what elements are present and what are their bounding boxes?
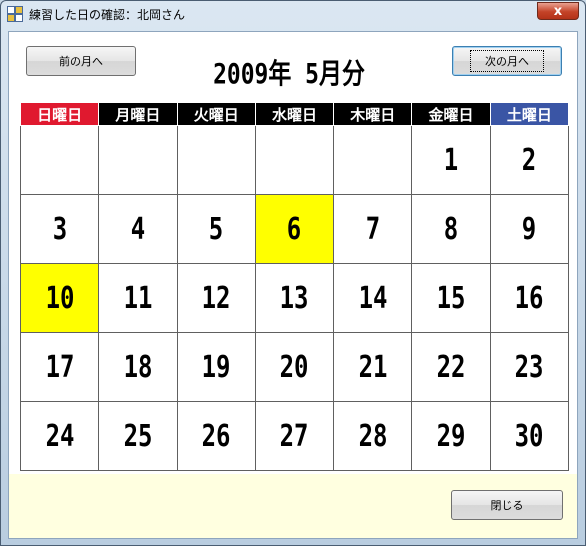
calendar-day-cell: 4 <box>98 194 178 264</box>
calendar-week-row: 17 18 19 20 21 22 23 <box>19 332 570 402</box>
calendar-day-number: 11 <box>123 280 153 316</box>
weekday-tuesday: 火曜日 <box>176 102 256 126</box>
calendar-day-number: 10 <box>45 280 75 316</box>
calendar-day-cell: 18 <box>98 332 178 402</box>
calendar-day-cell: 29 <box>411 401 491 471</box>
calendar-day-number: 26 <box>201 418 231 454</box>
calendar-empty-cell <box>19 125 100 195</box>
calendar-day-cell: 12 <box>176 263 256 333</box>
weekday-monday: 月曜日 <box>98 102 178 126</box>
weekday-thursday: 木曜日 <box>333 102 413 126</box>
close-icon: x <box>553 3 563 19</box>
calendar-day-cell: 22 <box>411 332 491 402</box>
calendar-day-number: 30 <box>514 418 544 454</box>
month-title: 2009年 5月分 <box>213 57 365 90</box>
calendar-day-number: 15 <box>436 280 466 316</box>
calendar-day-number: 29 <box>436 418 466 454</box>
calendar-day-number: 12 <box>201 280 231 316</box>
calendar-day-number: 3 <box>52 211 67 247</box>
calendar-day-cell: 27 <box>254 401 335 471</box>
calendar-empty-cell <box>333 125 413 195</box>
calendar-day-cell: 30 <box>489 401 570 471</box>
window-title: 練習した日の確認：北岡さん <box>29 8 186 22</box>
calendar-day-number: 14 <box>358 280 388 316</box>
calendar-day-number: 8 <box>443 211 459 247</box>
calendar-day-number: 6 <box>287 211 302 247</box>
calendar-day-cell: 23 <box>489 332 570 402</box>
close-button-label: 閉じる <box>490 499 524 512</box>
prev-month-button[interactable]: 前の月へ <box>26 46 136 76</box>
calendar-grid: 日曜日 月曜日 火曜日 水曜日 木曜日 金曜日 土曜日 1 2 3 4 5 6 7 8 9 10 1… <box>19 102 570 471</box>
calendar-day-cell: 6 <box>254 194 335 264</box>
calendar-day-cell: 14 <box>333 263 413 333</box>
next-month-button[interactable]: 次の月へ <box>452 46 562 76</box>
calendar-day-number: 24 <box>45 418 75 454</box>
calendar-day-number: 9 <box>522 211 537 247</box>
calendar-week-row: 12 <box>19 125 570 195</box>
window-close-button[interactable]: x <box>537 2 579 20</box>
calendar-day-cell: 5 <box>176 194 256 264</box>
calendar-empty-cell <box>176 125 256 195</box>
prev-month-label: 前の月へ <box>59 55 103 68</box>
calendar-day-number: 4 <box>130 211 146 247</box>
calendar-empty-cell <box>98 125 178 195</box>
calendar-day-cell: 11 <box>98 263 178 333</box>
calendar-day-cell: 20 <box>254 332 335 402</box>
calendar-week-row: 3 4 5 6 7 8 9 <box>19 194 570 264</box>
calendar-week-row: 10 11 12 13 14 15 16 <box>19 263 570 333</box>
calendar-day-number: 2 <box>522 142 537 178</box>
weekday-saturday: 土曜日 <box>489 102 570 126</box>
title-bar[interactable]: 練習した日の確認：北岡さん x <box>1 1 585 27</box>
app-icon <box>7 6 23 22</box>
calendar-day-number: 16 <box>514 280 544 316</box>
calendar-day-cell: 3 <box>19 194 100 264</box>
calendar-day-number: 7 <box>365 211 380 247</box>
calendar-day-cell: 13 <box>254 263 335 333</box>
calendar-day-number: 5 <box>208 211 224 247</box>
calendar-day-cell: 8 <box>411 194 491 264</box>
calendar-day-number: 28 <box>358 418 388 454</box>
calendar-week-row: 24 25 26 27 28 29 30 <box>19 401 570 471</box>
calendar-day-cell: 25 <box>98 401 178 471</box>
calendar-day-cell: 1 <box>411 125 491 195</box>
calendar-day-cell: 10 <box>19 263 100 333</box>
weekday-friday: 金曜日 <box>411 102 491 126</box>
calendar-empty-cell <box>254 125 335 195</box>
weekday-wednesday: 水曜日 <box>254 102 335 126</box>
calendar-day-cell: 28 <box>333 401 413 471</box>
calendar-day-number: 1 <box>443 142 459 178</box>
calendar-day-cell: 7 <box>333 194 413 264</box>
weekday-header-row: 日曜日 月曜日 火曜日 水曜日 木曜日 金曜日 土曜日 <box>19 102 570 126</box>
calendar-day-cell: 16 <box>489 263 570 333</box>
calendar-day-number: 19 <box>201 349 231 385</box>
next-month-label: 次の月へ <box>470 50 544 72</box>
calendar-day-cell: 2 <box>489 125 570 195</box>
calendar-day-cell: 15 <box>411 263 491 333</box>
calendar-body: 1 2 3 4 5 6 7 8 9 10 11 12 13 14 15 16 17 18 19 20 21 22 23 24 2… <box>19 125 570 471</box>
app-window: 練習した日の確認：北岡さん x 前の月へ 2009年 5月分 次の月へ 日曜日 … <box>0 0 586 546</box>
calendar-day-number: 18 <box>123 349 153 385</box>
calendar-day-number: 17 <box>45 349 75 385</box>
close-button[interactable]: 閉じる <box>451 490 563 520</box>
calendar-day-cell: 9 <box>489 194 570 264</box>
calendar-day-cell: 26 <box>176 401 256 471</box>
calendar-day-number: 22 <box>436 349 466 385</box>
calendar-day-cell: 24 <box>19 401 100 471</box>
calendar-day-number: 20 <box>280 349 309 385</box>
weekday-sunday: 日曜日 <box>19 102 100 126</box>
footer-panel: 閉じる <box>9 474 577 538</box>
calendar-panel: 前の月へ 2009年 5月分 次の月へ 日曜日 月曜日 火曜日 水曜日 木曜日 … <box>8 31 578 539</box>
calendar-day-number: 25 <box>123 418 153 454</box>
calendar-day-cell: 19 <box>176 332 256 402</box>
calendar-day-number: 21 <box>358 349 388 385</box>
calendar-day-number: 23 <box>514 349 544 385</box>
calendar-day-number: 13 <box>280 280 309 316</box>
calendar-day-number: 27 <box>280 418 309 454</box>
calendar-day-cell: 21 <box>333 332 413 402</box>
calendar-day-cell: 17 <box>19 332 100 402</box>
